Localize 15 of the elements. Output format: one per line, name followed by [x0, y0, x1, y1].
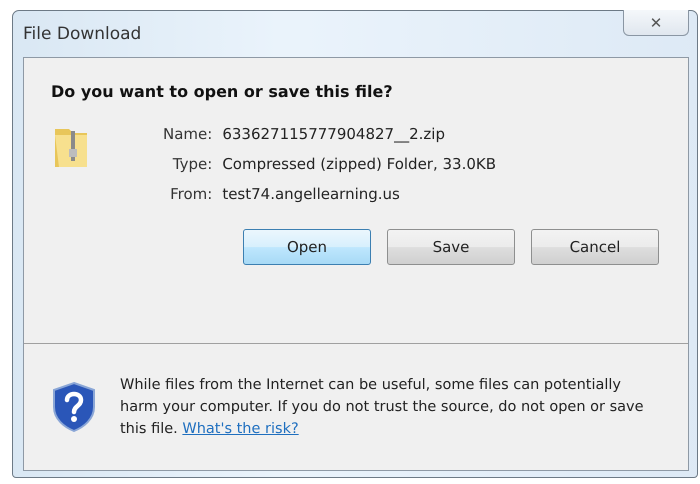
field-value: test74.angellearning.us: [222, 185, 401, 203]
field-value: Compressed (zipped) Folder, 33.0KB: [222, 155, 496, 173]
risk-link[interactable]: What's the risk?: [182, 421, 299, 437]
window-title: File Download: [23, 24, 142, 44]
close-button[interactable]: ✕: [623, 10, 689, 36]
field-label: Type:: [172, 155, 212, 173]
field-value: 633627115777904827__2.zip: [222, 125, 446, 143]
field-label: Name:: [163, 125, 212, 143]
dialog-heading: Do you want to open or save this file?: [51, 82, 394, 101]
dialog-button[interactable]: Cancel: [531, 229, 659, 265]
warning-text: While files from the Internet can be useful, some files can potentially harm your computer. If you do not trust the source, do not open or save this file. What's the risk?: [120, 376, 645, 439]
dialog-button[interactable]: Open: [243, 229, 371, 265]
shield-help-icon: [52, 381, 96, 433]
dialog-button[interactable]: Save: [387, 229, 515, 265]
field-label: From:: [169, 185, 212, 203]
